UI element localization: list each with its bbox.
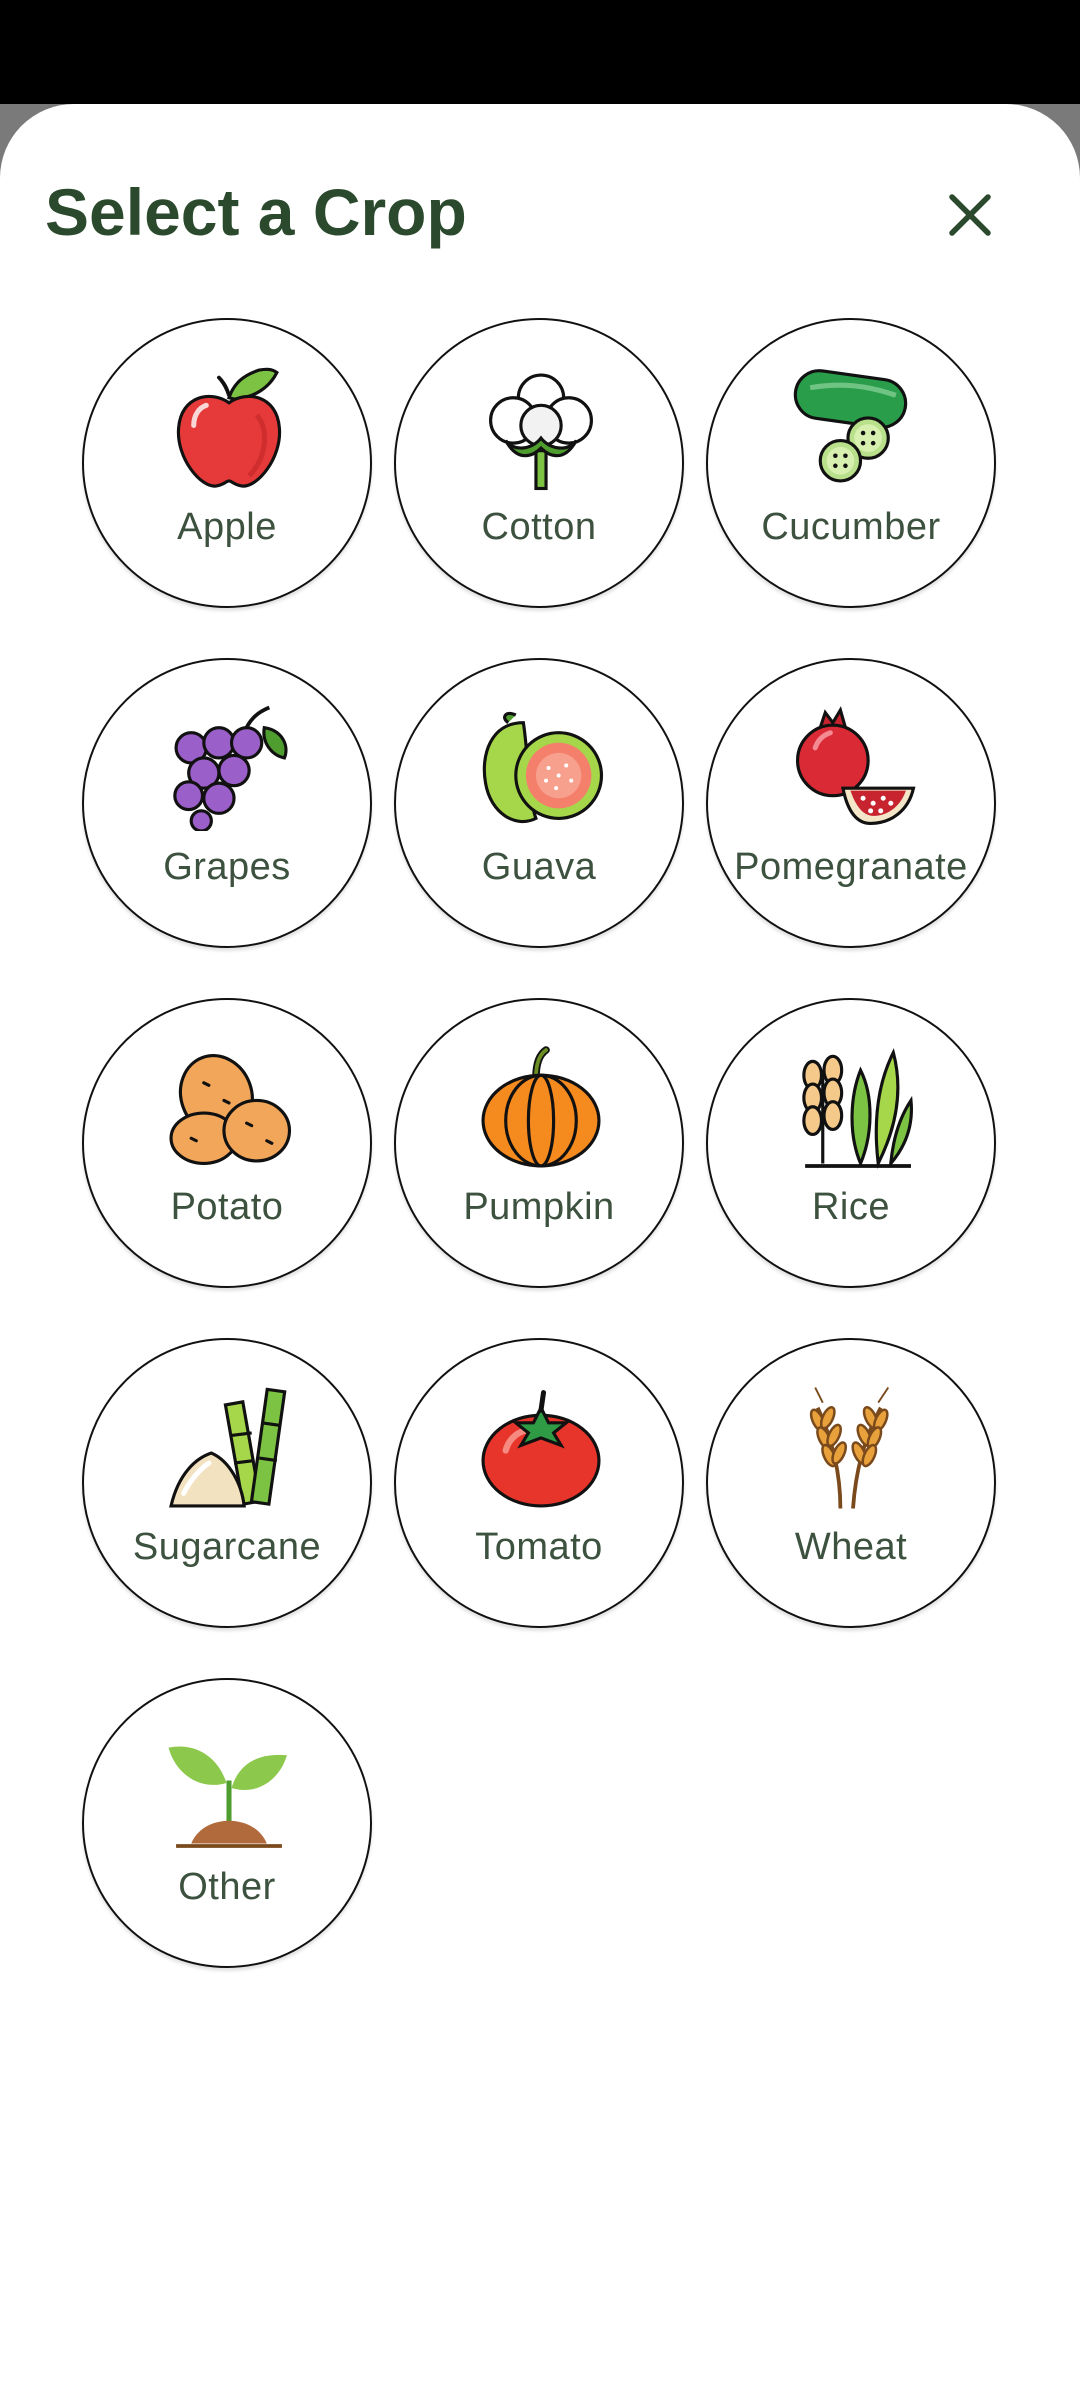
crop-option-guava[interactable]: Guava [394,658,684,948]
crop-label: Cucumber [761,506,941,548]
crop-option-wheat[interactable]: Wheat [706,1338,996,1628]
tomato-icon [478,1385,604,1511]
sugarcane-icon [166,1385,292,1511]
seedling-icon [166,1725,292,1851]
grapes-icon [166,705,292,831]
crop-option-cotton[interactable]: Cotton [394,318,684,608]
crop-option-tomato[interactable]: Tomato [394,1338,684,1628]
potato-icon [166,1045,292,1171]
sheet-title: Select a Crop [45,175,467,249]
crop-option-other[interactable]: Other [82,1678,372,1968]
crop-label: Sugarcane [132,1526,322,1568]
wheat-icon [790,1385,916,1511]
crop-label: Grapes [163,846,291,888]
crop-grid: Apple Cotton Cucumber Grapes Guava Pomeg… [82,318,1000,1968]
pumpkin-icon [478,1045,604,1171]
crop-option-sugarcane[interactable]: Sugarcane [82,1338,372,1628]
rice-icon [790,1045,916,1171]
cucumber-icon [790,365,916,491]
crop-label: Pomegranate [734,846,968,888]
crop-option-pumpkin[interactable]: Pumpkin [394,998,684,1288]
crop-option-rice[interactable]: Rice [706,998,996,1288]
pomegranate-icon [790,705,916,831]
apple-icon [166,365,292,491]
crop-label: Wheat [794,1526,908,1568]
guava-icon [478,705,604,831]
crop-label: Rice [811,1186,891,1228]
close-icon [949,194,991,236]
crop-option-pomegranate[interactable]: Pomegranate [706,658,996,948]
crop-option-potato[interactable]: Potato [82,998,372,1288]
crop-label: Tomato [475,1526,603,1568]
crop-option-cucumber[interactable]: Cucumber [706,318,996,608]
close-button[interactable] [930,180,1010,250]
crop-option-apple[interactable]: Apple [82,318,372,608]
crop-option-grapes[interactable]: Grapes [82,658,372,948]
crop-label: Apple [177,506,277,548]
cotton-icon [478,365,604,491]
crop-label: Potato [170,1186,284,1228]
crop-label: Other [178,1866,276,1908]
crop-label: Pumpkin [463,1186,615,1228]
crop-label: Guava [481,846,597,888]
crop-label: Cotton [481,506,597,548]
status-bar [0,0,1080,104]
